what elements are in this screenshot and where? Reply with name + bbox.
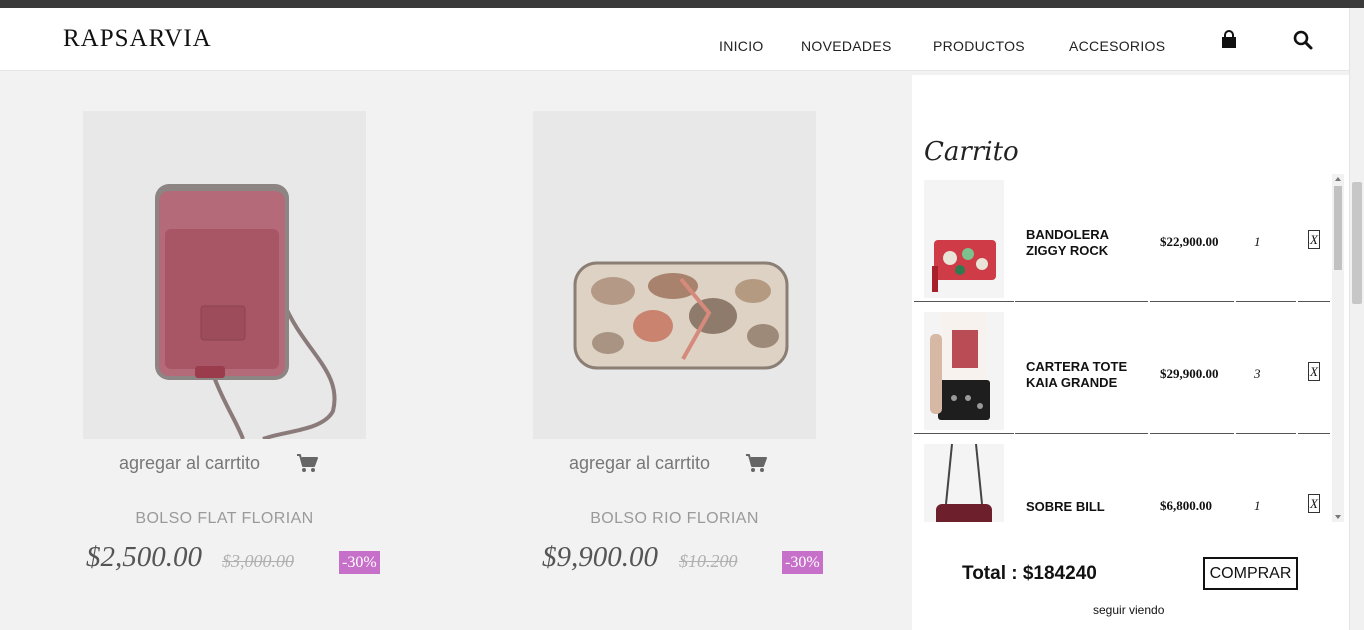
product-price: $2,500.00 — [86, 541, 202, 573]
cart-item-qty[interactable]: 1 — [1254, 234, 1261, 250]
row-divider — [1236, 301, 1296, 302]
add-to-cart-link[interactable]: agregar al carrtito — [119, 453, 260, 474]
remove-item-button[interactable]: X — [1308, 362, 1320, 381]
page-scrollbar-thumb[interactable] — [1352, 182, 1362, 304]
nav-novedades[interactable]: NOVEDADES — [801, 38, 892, 54]
product-image[interactable] — [83, 111, 366, 439]
cart-scrollbar[interactable] — [1332, 174, 1344, 522]
nav-accesorios[interactable]: ACCESORIOS — [1069, 38, 1165, 54]
cart-total: Total : $184240 — [962, 563, 1097, 584]
cart-item-price: $29,900.00 — [1160, 366, 1219, 381]
product-name[interactable]: BOLSO FLAT FLORIAN — [83, 510, 366, 528]
site-logo[interactable]: RAPSARVIA — [63, 25, 212, 53]
discount-badge: -30% — [782, 551, 823, 574]
row-divider — [1015, 433, 1148, 434]
row-divider — [1150, 301, 1234, 302]
cart-item-image — [924, 444, 1004, 522]
nav-inicio[interactable]: INICIO — [719, 38, 764, 54]
row-divider — [1298, 433, 1330, 434]
product-name[interactable]: BOLSO RIO FLORIAN — [533, 510, 816, 528]
cart-item-qty[interactable]: 1 — [1254, 498, 1261, 514]
continue-shopping-link[interactable]: seguir viendo — [1093, 603, 1164, 617]
product-old-price: $10.200 — [679, 551, 738, 571]
cart-item-name: BANDOLERA ZIGGY ROCK — [1026, 227, 1109, 258]
cart-panel: Carrito BANDOLERA ZIGGY ROCK $22,900.00 … — [912, 75, 1349, 630]
cart-item-row: CARTERA TOTE KAIA GRANDE $29,900.00 3 X — [914, 309, 1330, 441]
discount-badge: -30% — [339, 551, 380, 574]
add-to-cart-link[interactable]: agregar al carrtito — [569, 453, 710, 474]
row-divider — [914, 301, 1014, 302]
site-header: RAPSARVIA INICIO NOVEDADES PRODUCTOS ACC… — [0, 8, 1349, 71]
cart-item-qty[interactable]: 3 — [1254, 366, 1261, 382]
shopping-bag-icon[interactable] — [1219, 30, 1239, 50]
page-scrollbar[interactable] — [1349, 8, 1364, 630]
cart-items-list[interactable]: BANDOLERA ZIGGY ROCK $22,900.00 1 X CART… — [912, 174, 1344, 522]
remove-item-button[interactable]: X — [1308, 494, 1320, 513]
cart-item-row: BANDOLERA ZIGGY ROCK $22,900.00 1 X — [914, 177, 1330, 309]
row-divider — [1150, 433, 1234, 434]
product-card — [83, 111, 366, 439]
cart-item-image — [924, 312, 1004, 430]
row-divider — [1015, 301, 1148, 302]
cart-item-price: $22,900.00 — [1160, 234, 1219, 249]
scroll-up-arrow[interactable] — [1335, 177, 1341, 181]
buy-button[interactable]: COMPRAR — [1203, 557, 1298, 590]
row-divider — [1236, 433, 1296, 434]
product-card — [533, 111, 816, 439]
shopping-cart-icon[interactable] — [745, 453, 767, 473]
row-divider — [914, 433, 1014, 434]
shopping-cart-icon[interactable] — [296, 453, 318, 473]
cart-item-name: CARTERA TOTE KAIA GRANDE — [1026, 359, 1128, 390]
cart-scrollbar-thumb[interactable] — [1334, 186, 1342, 270]
cart-item-name: SOBRE BILL — [1026, 499, 1105, 514]
product-image[interactable] — [533, 111, 816, 439]
cart-item-row: SOBRE BILL $6,800.00 1 X — [914, 441, 1330, 522]
row-divider — [1298, 301, 1330, 302]
cart-item-price: $6,800.00 — [1160, 498, 1212, 513]
browser-top-strip — [0, 0, 1364, 8]
cart-item-image — [924, 180, 1004, 298]
cart-title: Carrito — [924, 137, 1019, 167]
search-icon[interactable] — [1292, 29, 1314, 51]
scroll-down-arrow[interactable] — [1335, 515, 1341, 519]
product-old-price: $3,000.00 — [222, 551, 294, 571]
product-price: $9,900.00 — [542, 541, 658, 573]
remove-item-button[interactable]: X — [1308, 230, 1320, 249]
nav-productos[interactable]: PRODUCTOS — [933, 38, 1025, 54]
